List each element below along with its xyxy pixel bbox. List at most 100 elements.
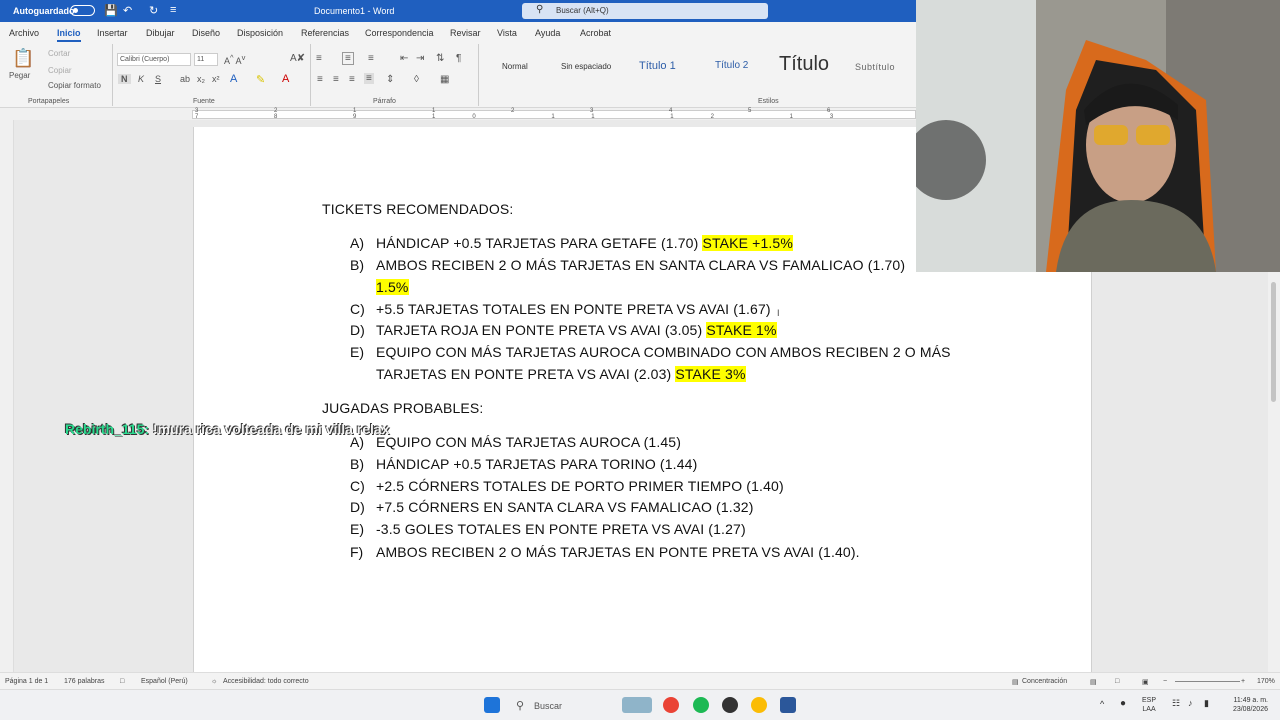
- tab-referencias[interactable]: Referencias: [301, 28, 349, 38]
- sort-icon[interactable]: ⇅: [436, 53, 444, 64]
- tab-ayuda[interactable]: Ayuda: [535, 28, 560, 38]
- cut-button[interactable]: Cortar: [48, 49, 70, 58]
- taskbar-search[interactable]: ⚲ Buscar: [512, 696, 622, 716]
- tab-acrobat[interactable]: Acrobat: [580, 28, 611, 38]
- style-heading-2[interactable]: Título 2: [715, 60, 748, 71]
- wifi-icon[interactable]: ☷: [1172, 699, 1180, 708]
- list-item-text: EQUIPO CON MÁS TARJETAS AUROCA (1.45): [376, 434, 682, 450]
- clock-date: 23/08/2026: [1232, 706, 1268, 713]
- paste-button[interactable]: Pegar: [9, 71, 30, 80]
- accessibility-icon: ☼: [211, 678, 218, 685]
- align-left-icon[interactable]: ≡: [317, 74, 323, 85]
- grow-font-icon[interactable]: A^ Av: [224, 53, 245, 66]
- clear-format-icon[interactable]: A✘: [290, 53, 305, 64]
- windows-start-icon[interactable]: [484, 697, 500, 713]
- text-effects-icon[interactable]: A: [230, 73, 237, 85]
- ribbon-tabs: Archivo Inicio Insertar Dibujar Diseño D…: [0, 22, 916, 42]
- zoom-level[interactable]: 170%: [1257, 678, 1275, 685]
- focus-mode-button[interactable]: Concentración: [1022, 678, 1067, 685]
- tray-chevron-icon[interactable]: ^: [1100, 700, 1104, 709]
- list-item: TARJETAS EN PONTE PRETA VS AVAI (2.03) S…: [376, 366, 746, 382]
- style-title[interactable]: Título: [779, 53, 829, 76]
- search-placeholder: Buscar (Alt+Q): [556, 6, 609, 15]
- accessibility-status[interactable]: Accesibilidad: todo correcto: [223, 678, 309, 685]
- page-count[interactable]: Página 1 de 1: [5, 678, 48, 685]
- scrollbar-thumb[interactable]: [1271, 282, 1276, 402]
- highlight-color-icon[interactable]: ✎: [256, 73, 265, 86]
- multilevel-list-icon[interactable]: ≡: [368, 53, 374, 64]
- list-item: TARJETA ROJA EN PONTE PRETA VS AVAI (3.0…: [376, 322, 777, 338]
- chrome-icon[interactable]: [663, 697, 679, 713]
- line-spacing-icon[interactable]: ⇕: [386, 74, 394, 85]
- widgets-icon[interactable]: [622, 697, 652, 713]
- web-layout-icon[interactable]: ▣: [1142, 678, 1149, 686]
- zoom-slider[interactable]: [1175, 681, 1240, 682]
- vertical-scrollbar[interactable]: [1268, 272, 1280, 672]
- style-heading-1[interactable]: Título 1: [639, 60, 676, 72]
- autosave-toggle[interactable]: [70, 5, 95, 16]
- tab-dibujar[interactable]: Dibujar: [146, 28, 175, 38]
- language-status[interactable]: Español (Perú): [141, 678, 188, 685]
- zoom-in-icon[interactable]: +: [1241, 678, 1245, 685]
- tab-diseno[interactable]: Diseño: [192, 28, 220, 38]
- spotify-icon[interactable]: [693, 697, 709, 713]
- clock[interactable]: 11:49 a. m. 23/08/2026: [1222, 696, 1268, 714]
- stake-highlight: STAKE 1%: [706, 322, 777, 338]
- customize-toolbar-icon[interactable]: ≡: [170, 4, 176, 16]
- read-mode-icon[interactable]: ▤: [1090, 678, 1097, 686]
- tab-disposicion[interactable]: Disposición: [237, 28, 283, 38]
- redo-icon[interactable]: ↻: [149, 4, 158, 17]
- superscript-button[interactable]: x²: [212, 74, 220, 84]
- word-icon[interactable]: [780, 697, 796, 713]
- italic-button[interactable]: K: [138, 74, 144, 84]
- proofing-icon[interactable]: □: [120, 678, 124, 685]
- justify-icon[interactable]: ≡: [364, 73, 374, 84]
- language-indicator[interactable]: ESP LAA: [1142, 696, 1156, 714]
- tray-app-icon[interactable]: ●: [1120, 699, 1126, 709]
- taskbar: ⚲ Buscar ^ ● ESP LAA ☷ ♪ ▮ 11:49 a. m. 2…: [0, 689, 1280, 720]
- paste-icon[interactable]: 📋: [12, 48, 34, 69]
- show-marks-icon[interactable]: ¶: [456, 53, 461, 64]
- bold-button[interactable]: N: [118, 74, 131, 84]
- font-name-field[interactable]: Calibri (Cuerpo): [117, 53, 191, 66]
- align-center-icon[interactable]: ≡: [333, 74, 339, 85]
- save-icon[interactable]: 💾: [104, 4, 118, 17]
- underline-button[interactable]: S: [155, 74, 161, 84]
- search-box[interactable]: ⚲ Buscar (Alt+Q): [522, 3, 768, 19]
- style-no-spacing[interactable]: Sin espaciado: [561, 62, 611, 71]
- list-item-text: AMBOS RECIBEN 2 O MÁS TARJETAS EN PONTE …: [376, 544, 860, 560]
- subscript-button[interactable]: x₂: [197, 74, 205, 84]
- numbering-icon[interactable]: ≡: [342, 52, 354, 65]
- vertical-ruler[interactable]: [0, 120, 14, 672]
- tab-revisar[interactable]: Revisar: [450, 28, 481, 38]
- print-layout-icon[interactable]: □: [1115, 678, 1119, 685]
- chrome-profile-icon[interactable]: [751, 697, 767, 713]
- list-item-letter: F): [350, 544, 364, 560]
- align-right-icon[interactable]: ≡: [349, 74, 355, 85]
- decrease-indent-icon[interactable]: ⇤: [400, 53, 408, 64]
- volume-icon[interactable]: ♪: [1188, 699, 1193, 708]
- shading-icon[interactable]: ◊: [414, 74, 419, 85]
- tab-inicio[interactable]: Inicio: [57, 28, 81, 42]
- copy-button[interactable]: Copiar: [48, 66, 72, 75]
- strikethrough-button[interactable]: ab: [180, 74, 190, 84]
- font-size-field[interactable]: 11: [194, 53, 218, 66]
- style-normal[interactable]: Normal: [502, 62, 528, 71]
- style-subtitle[interactable]: Subtítulo: [855, 62, 895, 72]
- word-count[interactable]: 176 palabras: [64, 678, 104, 685]
- font-color-icon[interactable]: A: [282, 73, 289, 85]
- tab-vista[interactable]: Vista: [497, 28, 517, 38]
- horizontal-ruler[interactable]: 3 2 1 1 2 3 4 5 6 7 8 9 10 11 12 13: [0, 108, 916, 120]
- undo-icon[interactable]: ↶: [123, 4, 132, 17]
- battery-icon[interactable]: ▮: [1204, 699, 1209, 708]
- autosave-label: Autoguardado: [13, 6, 75, 16]
- increase-indent-icon[interactable]: ⇥: [416, 53, 424, 64]
- format-painter-button[interactable]: Copiar formato: [48, 81, 101, 90]
- tab-insertar[interactable]: Insertar: [97, 28, 128, 38]
- tab-correspondencia[interactable]: Correspondencia: [365, 28, 434, 38]
- zoom-out-icon[interactable]: −: [1163, 678, 1167, 685]
- obs-icon[interactable]: [722, 697, 738, 713]
- bullets-icon[interactable]: ≡: [316, 53, 322, 64]
- borders-icon[interactable]: ▦: [440, 74, 449, 85]
- tab-archivo[interactable]: Archivo: [9, 28, 39, 38]
